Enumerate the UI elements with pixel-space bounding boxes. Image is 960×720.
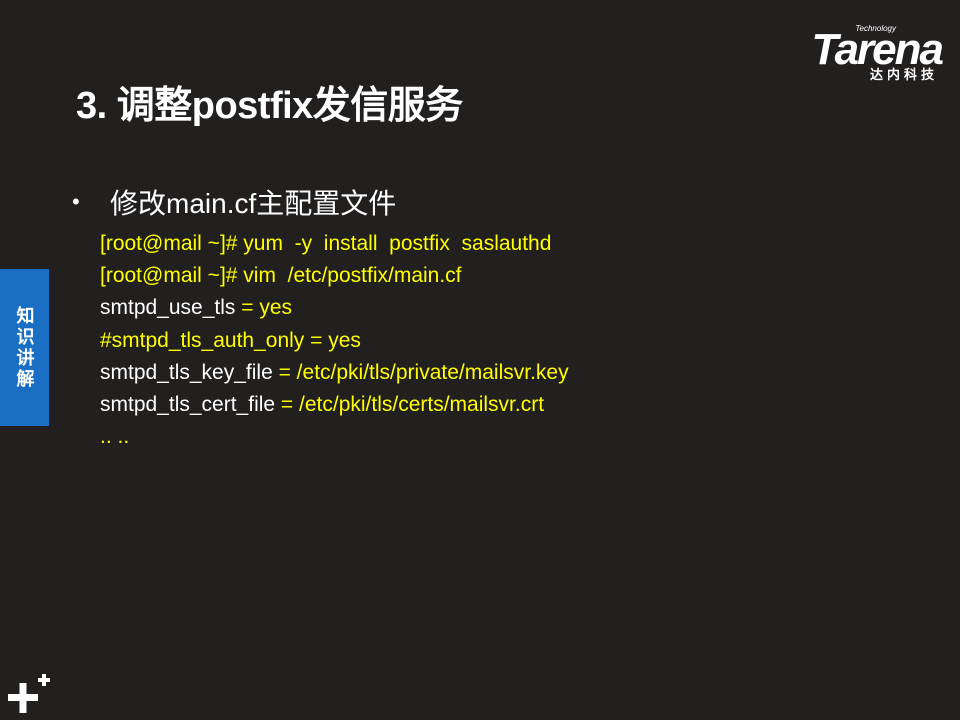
tarena-logo: Technology Tarena 达内科技 [772,22,944,84]
side-tab-label: 知识讲解 [14,305,35,390]
bullet-dot-icon: • [72,189,80,214]
code-segment: = /etc/pki/tls/private/mailsvr.key [272,360,569,384]
code-block: [root@mail ~]# yum -y install postfix sa… [100,228,569,453]
code-segment: = yes [235,296,293,320]
code-segment: [root@mail ~]# yum -y install postfix sa… [100,232,552,255]
logo-chinese-text: 达内科技 [869,67,938,82]
code-segment: #smtpd_tls_auth_only = yes [100,328,361,352]
side-tab: 知识讲解 [0,269,49,426]
code-line: smtpd_use_tls = yes [100,292,569,324]
code-line: [root@mail ~]# vim /etc/postfix/main.cf [100,260,569,292]
code-segment: smtpd_use_tls [100,296,236,320]
code-line: .. .. [100,421,569,453]
code-segment: = /etc/pki/tls/certs/mailsvr.crt [275,392,545,416]
code-line: [root@mail ~]# yum -y install postfix sa… [100,228,569,260]
plus-icon [8,674,50,713]
code-line: smtpd_tls_key_file = /etc/pki/tls/privat… [100,357,569,389]
code-segment: smtpd_tls_key_file [100,360,273,384]
code-line: #smtpd_tls_auth_only = yes [100,325,569,357]
bullet-text: 修改main.cf主配置文件 [110,188,397,219]
code-segment: smtpd_tls_cert_file [100,392,276,416]
code-segment: [root@mail ~]# vim /etc/postfix/main.cf [100,264,462,288]
bullet-item: • 修改main.cf主配置文件 [72,182,396,222]
code-line: smtpd_tls_cert_file = /etc/pki/tls/certs… [100,389,569,421]
slide-title: 3. 调整postfix发信服务 [76,85,463,127]
code-segment: .. .. [100,425,130,449]
